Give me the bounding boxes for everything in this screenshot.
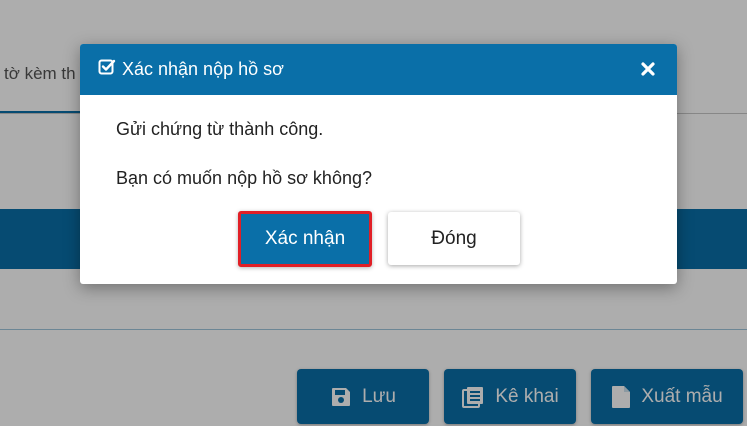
submit-question: Bạn có muốn nộp hồ sơ không? bbox=[116, 168, 372, 188]
dialog-title-group: Xác nhận nộp hồ sơ bbox=[98, 44, 284, 95]
close-button[interactable]: Đóng bbox=[388, 212, 520, 265]
confirm-button[interactable]: Xác nhận bbox=[238, 211, 372, 267]
success-message: Gửi chứng từ thành công. bbox=[116, 119, 324, 139]
dialog-title: Xác nhận nộp hồ sơ bbox=[122, 59, 284, 79]
dialog-header: Xác nhận nộp hồ sơ bbox=[80, 44, 677, 95]
check-square-icon bbox=[98, 58, 116, 81]
close-icon[interactable] bbox=[637, 58, 659, 80]
confirm-submit-dialog: Xác nhận nộp hồ sơ Gửi chứng từ thành cô… bbox=[80, 44, 677, 284]
